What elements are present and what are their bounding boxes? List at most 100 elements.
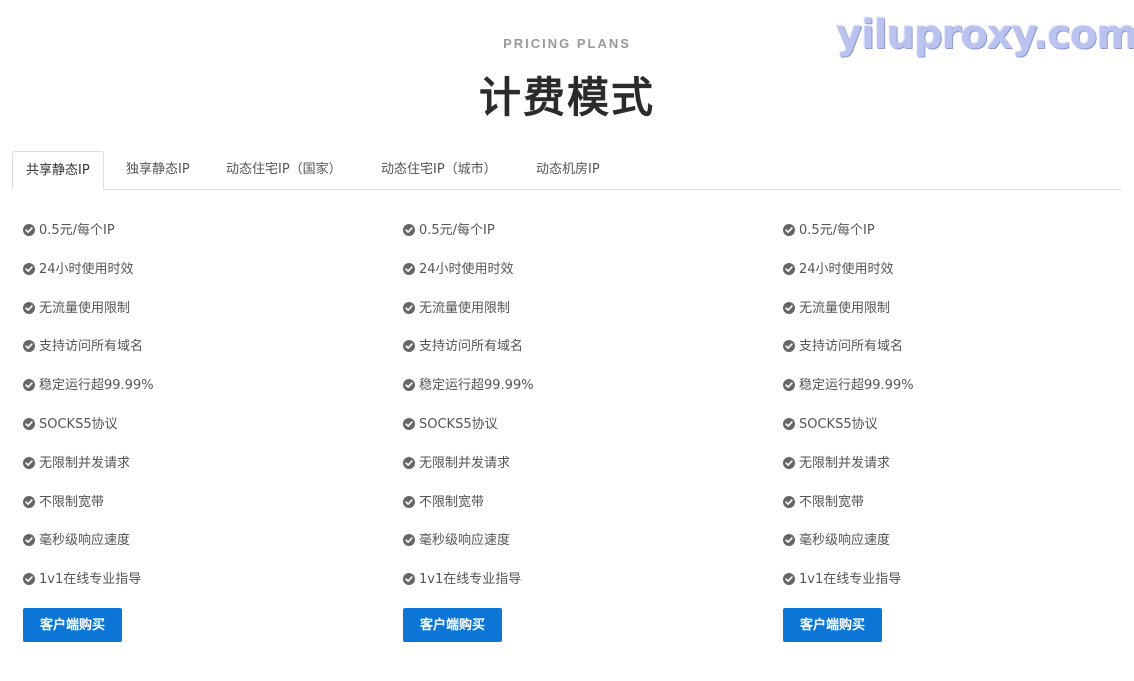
check-circle-icon	[23, 534, 35, 547]
feature-item: 0.5元/每个IP	[23, 212, 363, 251]
plan-card-1: 0.5元/每个IP 24小时使用时效 无流量使用限制 支持访问所有域名 稳定运行超99.…	[23, 212, 363, 642]
feature-item: SOCKS5协议	[23, 406, 363, 445]
watermark-logo: yiluproxy.com	[836, 12, 1134, 58]
plan-tabs: 共享静态IP 独享静态IP 动态住宅IP（国家） 动态住宅IP（城市） 动态机房…	[12, 151, 1122, 190]
feature-item: 0.5元/每个IP	[403, 212, 743, 251]
feature-text: 24小时使用时效	[39, 261, 134, 277]
feature-item: 稳定运行超99.99%	[783, 367, 1123, 406]
feature-text: 1v1在线专业指导	[39, 572, 142, 588]
feature-text: 毫秒级响应速度	[799, 533, 891, 549]
feature-item: 毫秒级响应速度	[23, 522, 363, 561]
feature-text: SOCKS5协议	[799, 416, 878, 432]
feature-item: 支持访问所有域名	[783, 328, 1123, 367]
feature-item: 24小时使用时效	[403, 251, 743, 290]
feature-item: 无限制并发请求	[783, 445, 1123, 484]
feature-text: 不限制宽带	[799, 494, 865, 510]
check-circle-icon	[403, 301, 415, 314]
feature-item: 1v1在线专业指导	[403, 561, 743, 600]
feature-text: SOCKS5协议	[39, 416, 118, 432]
client-purchase-button[interactable]: 客户端购买	[783, 608, 882, 642]
tab-dynamic-residential-city[interactable]: 动态住宅IP（城市）	[381, 151, 497, 189]
feature-text: 无流量使用限制	[39, 300, 131, 316]
check-circle-icon	[403, 224, 415, 236]
check-circle-icon	[403, 456, 415, 469]
client-purchase-button[interactable]: 客户端购买	[23, 608, 122, 642]
check-circle-icon	[23, 379, 35, 392]
check-circle-icon	[23, 301, 35, 314]
feature-text: 不限制宽带	[419, 494, 485, 510]
feature-item: 24小时使用时效	[783, 251, 1123, 290]
feature-item: 无流量使用限制	[23, 290, 363, 329]
feature-item: 无流量使用限制	[783, 290, 1123, 329]
check-circle-icon	[403, 379, 415, 392]
feature-text: 无限制并发请求	[39, 455, 131, 471]
check-circle-icon	[783, 573, 795, 586]
feature-text: 0.5元/每个IP	[419, 223, 495, 238]
check-circle-icon	[783, 262, 795, 275]
feature-item: 无流量使用限制	[403, 290, 743, 329]
feature-text: 稳定运行超99.99%	[419, 378, 534, 394]
feature-text: 毫秒级响应速度	[39, 533, 131, 549]
feature-item: 无限制并发请求	[403, 445, 743, 484]
check-circle-icon	[783, 379, 795, 392]
feature-item: 毫秒级响应速度	[403, 522, 743, 561]
feature-item: 稳定运行超99.99%	[23, 367, 363, 406]
feature-text: 支持访问所有域名	[419, 339, 524, 355]
plan-card-3: 0.5元/每个IP 24小时使用时效 无流量使用限制 支持访问所有域名稳定运行超99.…	[783, 212, 1123, 642]
feature-text: 不限制宽带	[39, 494, 105, 510]
feature-item: 支持访问所有域名	[23, 328, 363, 367]
check-circle-icon	[23, 417, 35, 430]
check-circle-icon	[23, 573, 35, 586]
check-circle-icon	[23, 495, 35, 508]
check-circle-icon	[783, 495, 795, 508]
tab-dynamic-datacenter-ip[interactable]: 动态机房IP	[536, 151, 600, 189]
check-circle-icon	[23, 224, 35, 236]
feature-text: 无限制并发请求	[419, 455, 511, 471]
check-circle-icon	[403, 573, 415, 586]
plan-card-2: 0.5元/每个IP 24小时使用时效 无流量使用限制 支持访问所有域名 稳定运行超99.…	[403, 212, 743, 642]
feature-text: 24小时使用时效	[799, 261, 894, 277]
feature-text: 无限制并发请求	[799, 455, 891, 471]
check-circle-icon	[783, 301, 795, 314]
feature-item: SOCKS5协议	[783, 406, 1123, 445]
check-circle-icon	[403, 340, 415, 353]
check-circle-icon	[403, 534, 415, 547]
client-purchase-button[interactable]: 客户端购买	[403, 608, 502, 642]
check-circle-icon	[783, 224, 795, 236]
page-title: 计费模式	[478, 73, 655, 122]
feature-text: 毫秒级响应速度	[419, 533, 511, 549]
feature-item: 不限制宽带	[403, 484, 743, 523]
feature-text: SOCKS5协议	[419, 416, 498, 432]
check-circle-icon	[783, 417, 795, 430]
feature-item: 毫秒级响应速度	[783, 522, 1123, 561]
feature-text: 无流量使用限制	[799, 300, 891, 316]
feature-text: 支持访问所有域名	[39, 339, 144, 355]
feature-text: 24小时使用时效	[419, 261, 514, 277]
feature-text: 1v1在线专业指导	[419, 572, 522, 588]
check-circle-icon	[403, 262, 415, 275]
section-eyebrow: PRICING PLANS	[503, 36, 631, 51]
feature-item: 稳定运行超99.99%	[403, 367, 743, 406]
feature-text: 无流量使用限制	[419, 300, 511, 316]
feature-text: 支持访问所有域名	[799, 339, 904, 355]
feature-text: 1v1在线专业指导	[799, 572, 902, 588]
check-circle-icon	[23, 456, 35, 469]
check-circle-icon	[783, 340, 795, 353]
tab-dynamic-residential-country[interactable]: 动态住宅IP（国家）	[226, 151, 342, 189]
feature-item: 1v1在线专业指导	[783, 561, 1123, 600]
feature-text: 稳定运行超99.99%	[39, 378, 154, 394]
check-circle-icon	[783, 456, 795, 469]
check-circle-icon	[403, 417, 415, 430]
feature-item: 24小时使用时效	[23, 251, 363, 290]
feature-item: 不限制宽带	[23, 484, 363, 523]
feature-item: 1v1在线专业指导	[23, 561, 363, 600]
check-circle-icon	[23, 340, 35, 353]
feature-item: 无限制并发请求	[23, 445, 363, 484]
feature-item: SOCKS5协议	[403, 406, 743, 445]
check-circle-icon	[783, 534, 795, 547]
check-circle-icon	[23, 262, 35, 275]
feature-text: 0.5元/每个IP	[799, 223, 875, 238]
feature-item: 支持访问所有域名	[403, 328, 743, 367]
tab-dedicated-static-ip[interactable]: 独享静态IP	[126, 151, 190, 189]
tab-shared-static-ip[interactable]: 共享静态IP	[12, 151, 104, 190]
